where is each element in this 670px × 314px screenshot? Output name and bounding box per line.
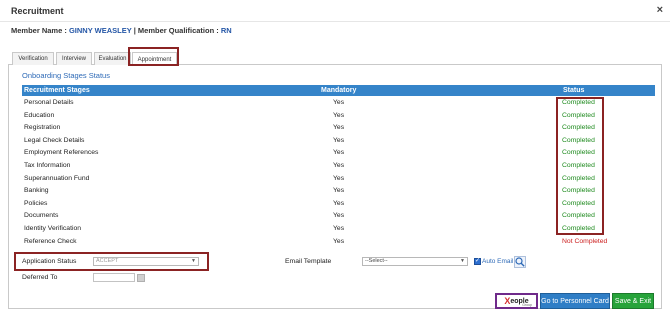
tab-evaluation[interactable]: Evaluation	[94, 52, 131, 65]
mandatory-value: Yes	[333, 99, 345, 106]
calendar-icon[interactable]	[137, 274, 145, 282]
mandatory-value: Yes	[333, 162, 345, 169]
logo-subtext: Group	[522, 303, 532, 307]
table-header: Recruitment Stages Mandatory Status	[22, 85, 655, 96]
mandatory-value: Yes	[333, 124, 345, 132]
member-name-value: GINNY WEASLEY	[68, 26, 132, 35]
section-title: Onboarding Stages Status	[22, 71, 110, 80]
search-icon[interactable]	[514, 256, 526, 268]
chevron-down-icon: ▼	[460, 258, 465, 264]
stage-name: Banking	[24, 187, 49, 195]
mandatory-value: Yes	[333, 237, 345, 245]
deferred-to-label: Deferred To	[22, 274, 58, 281]
email-template-select[interactable]: --Select-- ▼	[362, 257, 468, 266]
close-icon[interactable]: ×	[657, 4, 663, 16]
member-separator: |	[133, 26, 136, 35]
stage-name: Employment References	[24, 149, 99, 157]
people-group-logo-button[interactable]: Xeople Group	[495, 293, 538, 309]
save-and-exit-button[interactable]: Save & Exit	[612, 293, 654, 309]
mandatory-value: Yes	[333, 199, 345, 207]
auto-email-label: Auto Email	[482, 258, 514, 265]
deferred-to-input[interactable]	[93, 273, 135, 282]
mandatory-value: Yes	[333, 174, 345, 182]
auto-email-checkbox[interactable]: ✓	[474, 258, 481, 265]
status-column-highlight	[556, 97, 604, 235]
header-status: Status	[563, 87, 585, 94]
table-row: Reference Check Yes Not Completed	[22, 236, 655, 249]
header-recruitment-stages: Recruitment Stages	[24, 87, 90, 94]
stage-name: Policies	[24, 199, 48, 207]
member-info: Member Name : GINNY WEASLEY | Member Qua…	[11, 26, 232, 35]
stage-name: Superannuation Fund	[24, 174, 90, 182]
stage-name: Documents	[24, 212, 59, 220]
mandatory-value: Yes	[333, 149, 345, 157]
go-to-personnel-card-button[interactable]: Go to Personnel Card	[540, 293, 610, 309]
status-value: Not Completed	[562, 237, 608, 245]
member-qualification-value: RN	[220, 26, 232, 35]
stage-name: Tax Information	[24, 162, 71, 169]
application-status-label: Application Status	[22, 258, 77, 265]
member-qualification-label: Member Qualification :	[137, 26, 219, 35]
application-status-select[interactable]: ACCEPT ▼	[93, 257, 199, 266]
stage-name: Reference Check	[24, 237, 77, 245]
mandatory-value: Yes	[333, 212, 345, 220]
mandatory-value: Yes	[333, 136, 345, 144]
tab-bar: Verification Interview Evaluation Appoin…	[8, 50, 662, 66]
tab-verification[interactable]: Verification	[12, 52, 54, 65]
email-template-label: Email Template	[285, 258, 332, 265]
mandatory-value: Yes	[333, 225, 345, 232]
stage-name: Registration	[24, 124, 61, 132]
tab-interview[interactable]: Interview	[56, 52, 92, 65]
stage-name: Identity Verification	[24, 225, 82, 232]
mandatory-value: Yes	[333, 187, 345, 195]
member-name-label: Member Name :	[11, 26, 67, 35]
chevron-down-icon: ▼	[191, 258, 196, 264]
appointment-tab-highlight	[128, 47, 179, 66]
header-mandatory: Mandatory	[321, 87, 357, 94]
stage-name: Personal Details	[24, 99, 74, 106]
mandatory-value: Yes	[333, 111, 345, 119]
dialog-title: Recruitment	[11, 6, 64, 16]
stage-name: Education	[24, 111, 55, 119]
email-template-value: --Select--	[365, 258, 388, 264]
stage-name: Legal Check Details	[24, 136, 85, 144]
application-status-value: ACCEPT	[96, 258, 119, 264]
dialog-titlebar: Recruitment ×	[0, 0, 670, 22]
